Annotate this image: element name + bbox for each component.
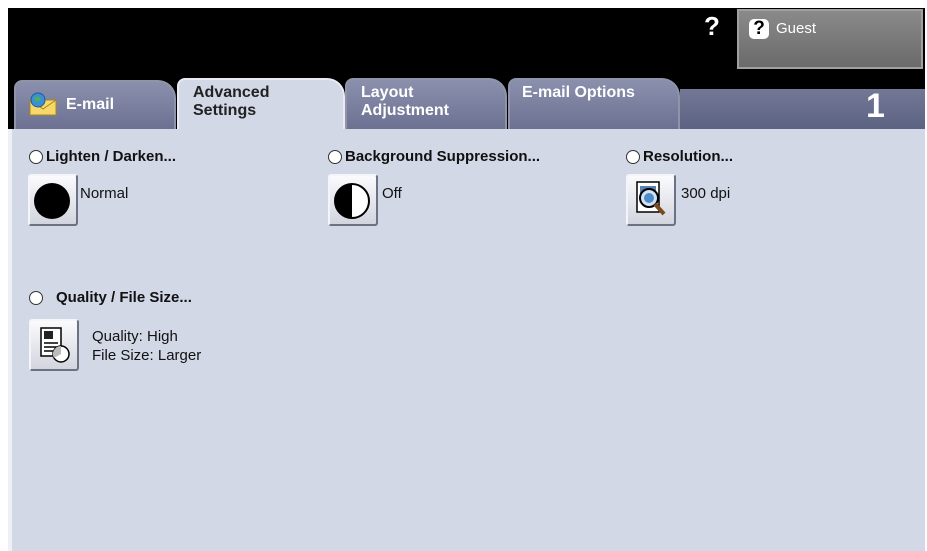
tab-email-label: E-mail	[66, 96, 115, 113]
resolution-title[interactable]: Resolution...	[626, 148, 733, 165]
tab-advanced-settings[interactable]: Advanced Settings	[177, 78, 345, 129]
background-suppression-button[interactable]	[328, 174, 378, 226]
file-size-value: File Size: Larger	[92, 347, 202, 364]
guest-label: Guest	[776, 20, 817, 37]
lighten-darken-button[interactable]	[28, 174, 78, 226]
tab-layout-line2: Adjustment	[361, 102, 449, 119]
lighten-darken-value: Normal	[80, 185, 129, 202]
resolution-button[interactable]	[626, 174, 676, 226]
tab-layout-adjustment[interactable]: Layout Adjustment	[345, 78, 507, 129]
quality-file-size-value: Quality: High File Size: Larger	[92, 327, 201, 365]
half-circle-icon	[334, 183, 370, 219]
radio-icon	[328, 149, 342, 164]
lighten-darken-label: Lighten / Darken...	[46, 148, 177, 165]
quality-value: Quality: High	[92, 328, 178, 345]
background-suppression-value: Off	[382, 185, 402, 202]
guest-login-button[interactable]: ? Guest	[737, 9, 923, 69]
background-suppression-label: Background Suppression...	[345, 148, 541, 165]
magnifier-document-icon	[636, 181, 666, 216]
envelope-globe-icon	[29, 92, 57, 116]
tab-email-options-label: E-mail Options	[522, 84, 635, 101]
resolution-label: Resolution...	[643, 148, 733, 165]
resolution-value: 300 dpi	[681, 185, 731, 202]
quality-file-size-button[interactable]	[29, 319, 79, 371]
help-icon[interactable]: ?	[699, 12, 725, 40]
tab-advanced-line1: Advanced	[193, 84, 270, 101]
help-icon-small: ?	[749, 19, 769, 39]
tab-email[interactable]: E-mail	[14, 80, 176, 129]
tab-strip-fill	[680, 89, 925, 129]
quality-file-size-title[interactable]: Quality / File Size...	[29, 289, 192, 306]
radio-icon	[29, 290, 43, 305]
copy-count: 1	[866, 87, 885, 125]
radio-icon	[626, 149, 640, 164]
tab-layout-line1: Layout	[361, 84, 414, 101]
quality-file-size-label: Quality / File Size...	[56, 289, 192, 306]
document-quality-icon	[40, 327, 70, 363]
advanced-settings-panel: Lighten / Darken... Normal Background Su…	[8, 129, 925, 551]
lighten-darken-title[interactable]: Lighten / Darken...	[29, 148, 176, 165]
tab-strip: E-mail Advanced Settings Layout Adjustme…	[8, 74, 925, 129]
background-suppression-title[interactable]: Background Suppression...	[328, 148, 540, 165]
dark-circle-icon	[34, 183, 70, 219]
tab-email-options[interactable]: E-mail Options	[508, 78, 680, 129]
tab-advanced-line2: Settings	[193, 102, 257, 119]
radio-icon	[29, 149, 43, 164]
device-screen: ? ? Guest E-mail Advanced Settings Layou…	[8, 8, 925, 551]
